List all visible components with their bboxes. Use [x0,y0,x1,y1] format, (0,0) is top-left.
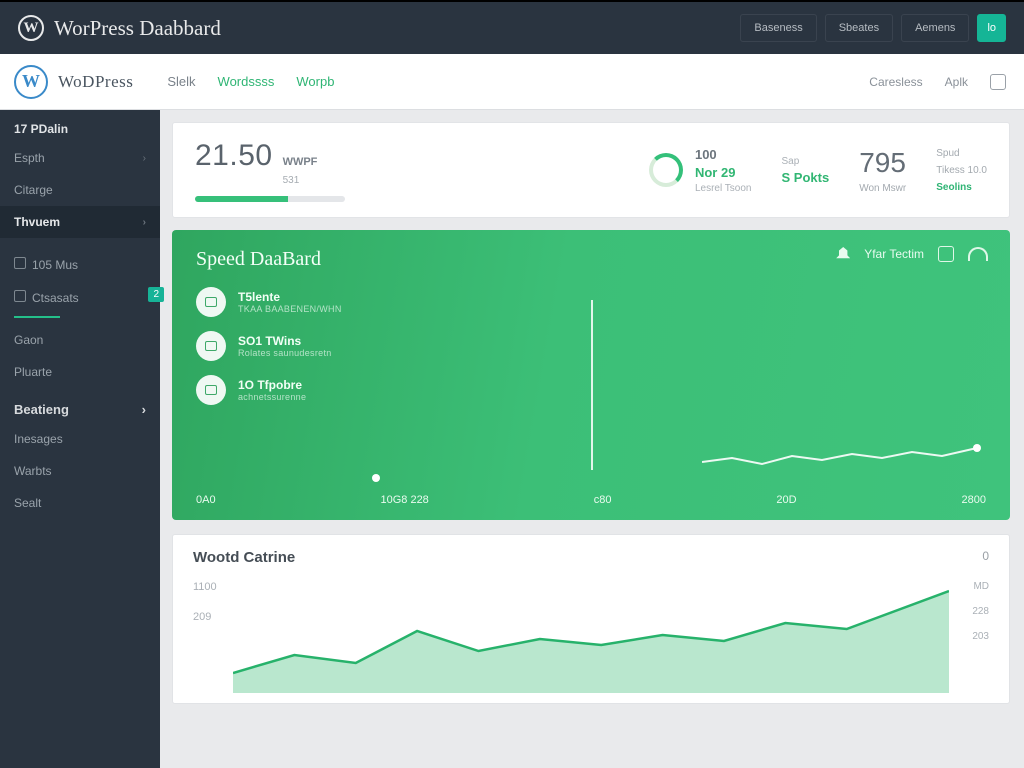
gauge-icon [649,153,683,187]
stat-rcol-line1: Tikess 10.0 [936,165,987,176]
titlebar-tab-3[interactable]: Aemens [901,14,969,42]
hero-panel: Speed DaaBard Yfar Tectim T5lenteTKAA BA… [172,230,1010,520]
header-nav: Slelk Wordssss Worpb [167,74,334,89]
stat-primary: 21.50 WWPF 531 [195,139,365,202]
wordpress-logo-icon: W [14,65,48,99]
sub-header: W WoDPress Slelk Wordssss Worpb Caresles… [0,54,1024,110]
data-point-dot [372,474,380,482]
titlebar: W WorPress Daabbard Baseness Sbeates Aem… [0,0,1024,54]
square-icon[interactable] [938,246,954,262]
header-right-link-1[interactable]: Caresless [869,75,922,89]
circle-icon [196,331,226,361]
bell-icon[interactable] [836,247,850,261]
header-settings-icon[interactable] [990,74,1006,90]
sidebar-item-4[interactable]: Ctsasats2 [0,281,160,314]
wordpress-mark-icon: W [18,15,44,41]
chevron-right-icon: › [143,153,146,164]
stats-strip: 21.50 WWPF 531 100 Nor 29 Lesrel Tsoon [172,122,1010,218]
stat-right-col: Spud Tikess 10.0 Seolins [936,148,987,193]
area-chart [233,583,949,693]
brand-label: WoDPress [58,72,133,92]
stat-gauge: 100 Nor 29 Lesrel Tsoon Sap S Pokts [649,147,829,194]
sidebar-item-5[interactable]: Gaon [0,324,160,356]
nav-item-2[interactable]: Wordssss [218,74,275,89]
square-icon [14,257,26,269]
sidebar-item-2[interactable]: Citarge [0,174,160,206]
progress-bar [195,196,345,202]
sidebar-group-title[interactable]: Beatieng› [0,388,160,423]
chevron-right-icon: › [143,217,146,228]
sidebar: 17 PDalin Espth› Citarge Thvuem› 105 Mus… [0,110,160,768]
stat-secondary-line2: Won Mswr [859,183,906,194]
sidebar-item-9[interactable]: Sealt [0,487,160,519]
gauge-top-label: Sap [782,156,830,167]
titlebar-tab-1[interactable]: Baseness [740,14,816,42]
sidebar-item-active[interactable]: Thvuem› [0,206,160,238]
hero-actions: Yfar Tectim [836,246,988,262]
stat-primary-value: 21.50 [195,139,273,173]
chart-title: Wootd Catrine [193,549,989,566]
hero-sparkline [702,434,982,474]
sidebar-item-8[interactable]: Warbts [0,455,160,487]
speedometer-icon[interactable] [968,247,988,261]
chevron-right-icon: › [142,402,146,417]
sidebar-accent-line [14,316,60,318]
square-icon [14,290,26,302]
gauge-caption: Lesrel Tsoon [695,183,752,194]
stat-secondary-value: 795 [859,147,906,179]
sidebar-item-6[interactable]: Pluarte [0,356,160,388]
chart-corner-value: 0 [982,549,989,563]
nav-item-1[interactable]: Slelk [167,74,195,89]
sidebar-section-title: 17 PDalin [0,110,160,142]
header-right-link-2[interactable]: Aplk [945,75,968,89]
stat-primary-sub: 531 [283,175,300,186]
header-right: Caresless Aplk [869,74,1006,90]
gauge-date: Nor 29 [695,165,752,180]
sidebar-item-1[interactable]: Espth› [0,142,160,174]
app-title: WorPress Daabbard [54,16,221,41]
gauge-value: 100 [695,147,752,162]
hero-action-label[interactable]: Yfar Tectim [864,247,924,261]
stat-rcol-line3: Seolins [936,182,987,193]
circle-icon [196,287,226,317]
chart-right-y-labels: MD 228 203 [972,581,989,642]
gauge-right-label: S Pokts [782,170,830,185]
chart-card: Wootd Catrine 0 1100 209 MD 228 203 [172,534,1010,704]
sidebar-item-3[interactable]: 105 Mus [0,248,160,281]
sidebar-item-7[interactable]: Inesages [0,423,160,455]
titlebar-accent-button[interactable]: lo [977,14,1006,42]
chart-y-labels: 1100 209 [193,581,217,623]
titlebar-tab-2[interactable]: Sbeates [825,14,893,42]
hero-xaxis: 0A0 10G8 228 c80 20D 2800 [196,494,986,506]
circle-icon [196,375,226,405]
hero-divider [591,300,593,470]
stat-primary-label: WWPF [283,156,318,168]
stat-rcol-top: Spud [936,148,987,159]
stat-secondary: 795 Won Mswr [859,147,906,194]
nav-item-3[interactable]: Worpb [296,74,334,89]
main-area: 21.50 WWPF 531 100 Nor 29 Lesrel Tsoon [160,110,1010,768]
